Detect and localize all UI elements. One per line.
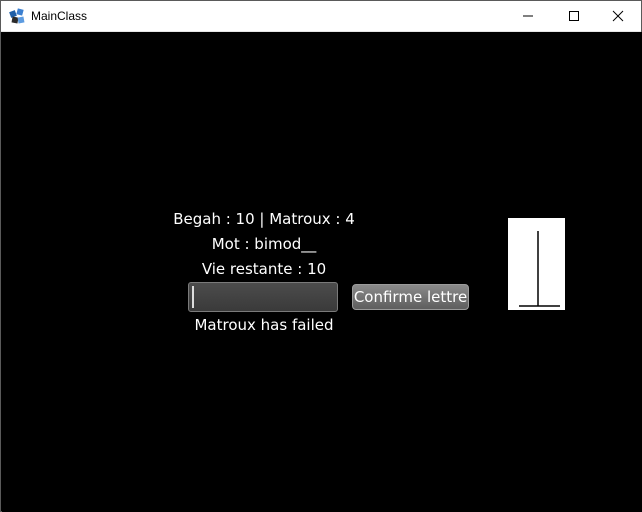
text-caret — [192, 286, 194, 308]
word-label: Mot : bimod__ — [211, 235, 317, 253]
confirm-letter-button[interactable]: Confirme lettre — [352, 284, 469, 310]
score-label: Begah : 10 | Matroux : 4 — [173, 210, 355, 228]
title-bar[interactable]: MainClass — [1, 1, 641, 32]
maximize-icon — [569, 11, 579, 21]
lives-remaining-label: Vie restante : 10 — [201, 260, 327, 278]
close-button[interactable] — [595, 1, 641, 31]
window-title: MainClass — [31, 9, 88, 23]
close-icon — [612, 10, 624, 22]
hangman-drawing — [508, 218, 565, 310]
gallows-icon — [519, 231, 560, 307]
letter-input[interactable] — [188, 282, 338, 312]
minimize-button[interactable] — [505, 1, 551, 31]
minimize-icon — [523, 15, 533, 17]
maximize-button[interactable] — [551, 1, 597, 31]
game-canvas: Begah : 10 | Matroux : 4 Mot : bimod__ V… — [2, 32, 642, 512]
app-window: MainClass Begah : 10 | Matroux : 4 Mot :… — [0, 0, 642, 512]
status-message: Matroux has failed — [194, 316, 334, 334]
java-app-icon — [9, 8, 25, 24]
